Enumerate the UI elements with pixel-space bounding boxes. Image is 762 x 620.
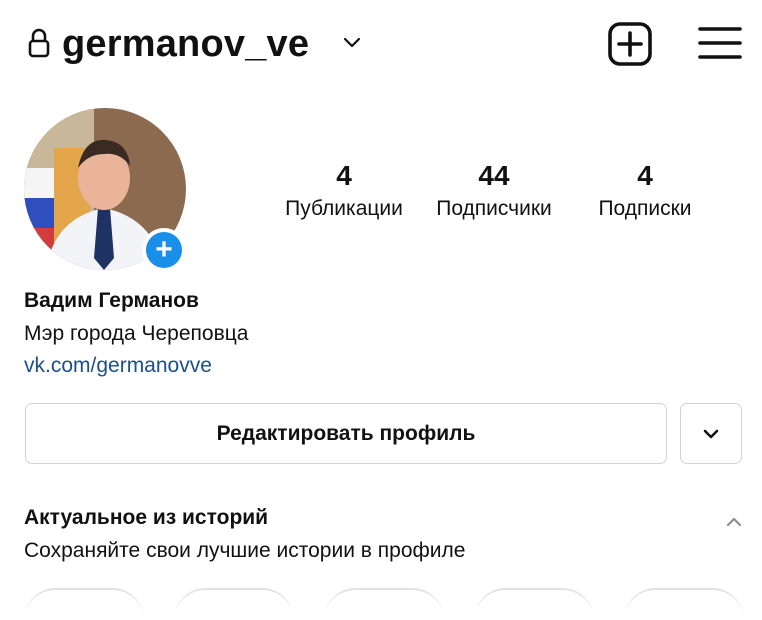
highlight-placeholder[interactable] (174, 588, 294, 620)
posts-label: Публикации (285, 197, 403, 220)
followers-label: Подписчики (436, 197, 552, 220)
bio-text: Мэр города Череповца (24, 322, 249, 345)
new-post-button[interactable] (607, 21, 653, 67)
chevron-down-icon[interactable] (342, 36, 362, 50)
highlight-placeholder[interactable] (624, 588, 744, 620)
profile-username[interactable]: germanov_ve (62, 20, 309, 68)
menu-icon (698, 27, 742, 59)
edit-profile-label: Редактировать профиль (216, 421, 476, 445)
full-name: Вадим Германов (24, 289, 199, 312)
menu-button[interactable] (698, 24, 742, 62)
posts-count: 4 (336, 160, 352, 191)
following-stat[interactable]: 4 Подписки (565, 158, 725, 224)
chevron-down-icon (703, 429, 719, 438)
highlights-title: Актуальное из историй (24, 506, 269, 529)
followers-count: 44 (478, 160, 510, 191)
followers-stat[interactable]: 44 Подписчики (414, 158, 574, 224)
add-story-icon: + (146, 232, 182, 268)
posts-stat[interactable]: 4 Публикации (264, 158, 424, 224)
chevron-up-icon[interactable] (724, 514, 744, 528)
add-story-button[interactable]: + (142, 228, 186, 272)
following-label: Подписки (598, 197, 692, 220)
highlight-placeholder[interactable] (324, 588, 444, 620)
edit-profile-button[interactable]: Редактировать профиль (25, 403, 667, 464)
new-post-icon (608, 22, 652, 66)
discover-people-button[interactable] (680, 403, 742, 464)
highlight-placeholder[interactable] (24, 588, 144, 620)
highlight-placeholder[interactable] (474, 588, 594, 620)
highlights-subtitle: Сохраняйте свои лучшие истории в профиле (24, 539, 466, 562)
profile-link[interactable]: vk.com/germanovve (24, 352, 212, 380)
lock-icon (28, 27, 50, 59)
following-count: 4 (637, 160, 653, 191)
